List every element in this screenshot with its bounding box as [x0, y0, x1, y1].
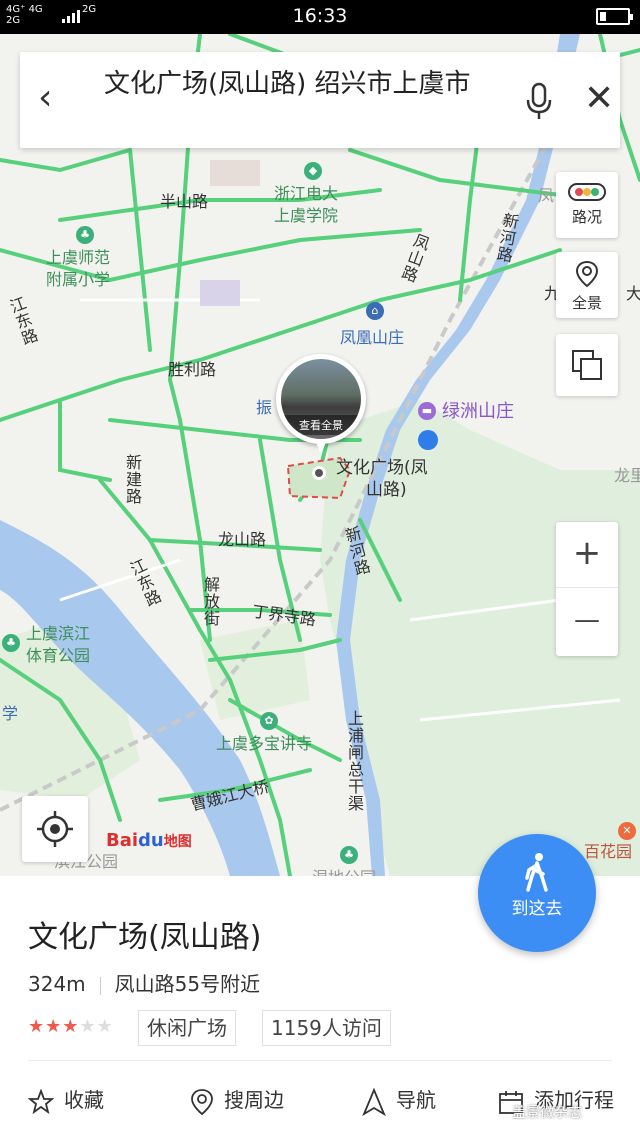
rating-stars: ★★★★★ [28, 1016, 114, 1037]
panorama-photo: 查看全景 [281, 359, 361, 439]
battery-icon [596, 8, 633, 25]
favorite-button[interactable]: 收藏 [27, 1084, 104, 1116]
place-distance: 324m [28, 972, 86, 996]
star-icon: ★ [96, 1016, 114, 1037]
microphone-icon[interactable] [524, 82, 554, 122]
place-meta: 324m 凤山路55号附近 [28, 968, 260, 997]
location-outline-icon [191, 1088, 213, 1115]
visits-tag: 1159人访问 [262, 1010, 391, 1046]
map-label-area: 大 [626, 284, 640, 303]
map-label-poi: 百花园 [584, 842, 633, 861]
walking-person-icon [525, 853, 548, 892]
map-label-area: 凤 [538, 186, 555, 205]
map-label-road: 解放街 [201, 576, 220, 627]
map-label-target: 山路) [366, 480, 407, 500]
status-bar: 4G⁺ 4G 2G 2G 16:33 [0, 0, 640, 34]
star-icon: ★ [79, 1016, 97, 1037]
search-bar[interactable]: ‹ 文化广场(凤山路) 绍兴市上虞市 ✕ [20, 52, 620, 148]
star-icon: ★ [45, 1016, 63, 1037]
map-label-road: 新建路 [123, 454, 142, 505]
nearby-search-button[interactable]: 搜周边 [190, 1084, 284, 1116]
hotel-icon: ▬ [418, 402, 436, 420]
map-label-target: 文化广场(凤 [336, 458, 428, 478]
locate-me-button[interactable] [22, 796, 88, 862]
zoom-out-button[interactable]: — [556, 589, 618, 655]
panorama-label: 全景 [571, 294, 602, 312]
traffic-light-icon [568, 183, 606, 201]
place-address: 凤山路55号附近 [114, 972, 261, 996]
traffic-button[interactable]: 路况 [556, 172, 618, 238]
map-label-area: 龙里 [614, 466, 640, 485]
star-icon: ★ [62, 1016, 80, 1037]
navigation-arrow-icon [362, 1087, 386, 1116]
map-view[interactable]: 半山路 ◆ 浙江电大 上虞学院 ♣ 上虞师范 附属小学 凤山路 新河路 江东路 … [0, 34, 640, 876]
favorite-label: 收藏 [64, 1088, 104, 1112]
panorama-pin-icon [575, 260, 599, 288]
zoom-in-button[interactable]: + [556, 522, 618, 588]
close-icon[interactable]: ✕ [584, 80, 624, 120]
traffic-label: 路况 [571, 208, 602, 226]
crosshair-icon [37, 811, 73, 847]
map-label-poi: 振 [256, 398, 273, 417]
go-here-label: 到这去 [511, 899, 563, 919]
layers-button[interactable] [556, 334, 618, 396]
map-label-poi: 上虞滨江 [26, 624, 91, 643]
map-label-poi: 湿地公园 [312, 868, 376, 876]
map-label-poi: 附属小学 [46, 270, 111, 289]
tree-icon: ♣ [340, 846, 358, 864]
category-tag: 休闲广场 [138, 1010, 236, 1046]
map-label-poi: 绿洲山庄 [442, 401, 514, 422]
star-outline-icon [27, 1087, 55, 1114]
map-label-road: 胜利路 [168, 360, 217, 379]
layers-icon [572, 350, 602, 380]
map-label-road: 半山路 [160, 192, 209, 211]
map-roads [0, 34, 640, 876]
hotel-icon: ⌂ [366, 302, 384, 320]
temple-icon: ✿ [260, 712, 278, 730]
clock: 16:33 [292, 5, 348, 27]
map-label-road: 龙山路 [218, 530, 267, 549]
map-label-poi: 体育公园 [26, 646, 91, 665]
location-pin-icon[interactable] [312, 466, 326, 480]
map-label-poi: 学 [2, 704, 19, 723]
map-label-water: 上浦闸总干渠 [345, 710, 364, 812]
panorama-button[interactable]: 全景 [556, 252, 618, 318]
search-query[interactable]: 文化广场(凤山路) 绍兴市上虞市 [104, 68, 494, 101]
map-label-poi: 上虞学院 [274, 206, 339, 225]
baidu-paw-icon: du [138, 830, 164, 851]
map-label-poi: 上虞多宝讲寺 [216, 734, 313, 753]
back-arrow-icon[interactable]: ‹ [38, 80, 68, 118]
nearby-label: 搜周边 [224, 1088, 284, 1112]
school-icon: ◆ [304, 162, 322, 180]
tree-icon: ♣ [76, 226, 94, 244]
panorama-preview[interactable]: 查看全景 [276, 354, 366, 454]
baidu-logo: Baidu地图 [106, 830, 192, 851]
navigate-label: 导航 [396, 1088, 436, 1112]
zoom-control: + — [556, 522, 618, 656]
tree-icon: ♣ [2, 634, 20, 652]
navigate-button[interactable]: 导航 [362, 1084, 436, 1116]
place-title: 文化广场(凤山路) [28, 920, 262, 955]
panorama-caption: 查看全景 [281, 415, 361, 435]
park-icon: ✕ [618, 822, 636, 840]
go-here-button[interactable]: 到这去 [478, 834, 596, 952]
map-label-poi: 上虞师范 [46, 248, 111, 267]
map-label-poi: 凤凰山庄 [340, 328, 405, 347]
map-label-poi: 浙江电大 [274, 184, 339, 203]
watermark: 盖景微杂志 [512, 1105, 582, 1121]
current-location-icon [418, 430, 438, 450]
star-icon: ★ [28, 1016, 46, 1037]
